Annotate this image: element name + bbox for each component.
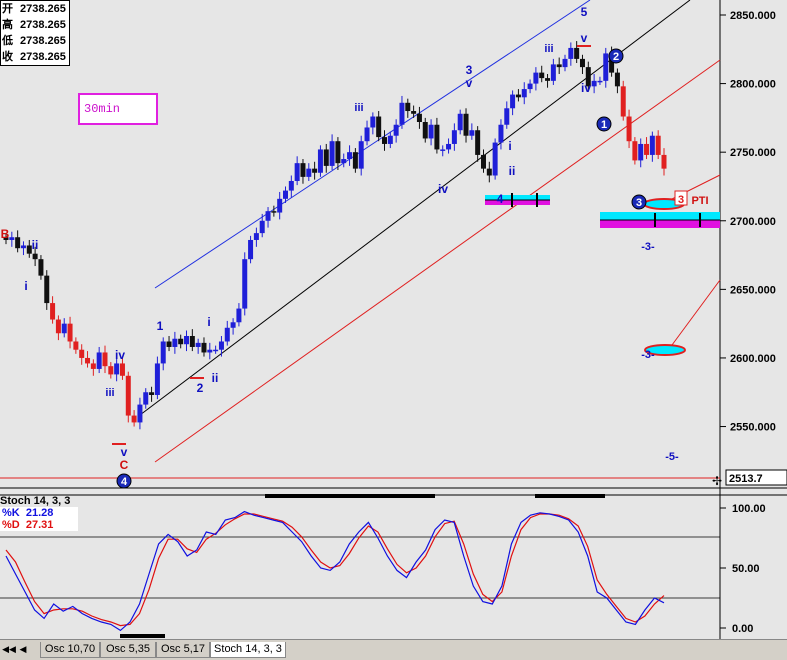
candle-108	[632, 137, 638, 165]
target-zone-cyan-small	[485, 195, 550, 200]
price-tick-label-2: 2750.000	[730, 147, 776, 159]
wave-label-13: v	[466, 76, 473, 90]
wave-label-4: iii	[105, 387, 114, 399]
open-label: 开	[2, 3, 13, 15]
stoch-tick-label-0: 100.00	[732, 503, 766, 515]
target-zone-cyan-large	[600, 212, 720, 220]
stoch-k-label: %K	[2, 507, 20, 519]
price-tick-label-4: 2650.000	[730, 284, 776, 296]
stoch-info: Stoch 14, 3, 3 %K 21.28 %D 27.31	[0, 495, 78, 531]
wave-label-3: iv	[115, 348, 125, 362]
close-label: 收	[2, 51, 13, 63]
wave-label-6: C	[120, 458, 129, 472]
wave-label-24: -5-	[665, 451, 679, 463]
circle-label-0: 4	[121, 476, 128, 488]
stoch-d-readout: %D 27.31	[0, 519, 78, 531]
high-value: 2738.265	[20, 19, 66, 31]
tab-scroll-prev-icon[interactable]: ◀	[16, 643, 30, 657]
circle-label-1: 1	[601, 119, 607, 131]
wave-label-2: i	[24, 279, 27, 293]
target-zone-magenta-large	[600, 220, 720, 228]
wave-label-0: B	[1, 227, 10, 241]
chart-window: 2850.000 2800.000 2750.000 2700.000 2650.000…	[0, 0, 787, 660]
wave-label-15: 4	[497, 192, 504, 206]
high-label: 高	[2, 19, 13, 31]
wave-label-23: -3-	[641, 349, 655, 361]
price-tick-label-1: 2800.000	[730, 79, 776, 91]
circle-label-2: 2	[613, 51, 619, 63]
wave-label-14: iv	[438, 182, 448, 196]
wave-label-10: ii	[212, 371, 219, 385]
price-tick-label-3: 2700.000	[730, 216, 776, 228]
target-zone-magenta-small	[485, 200, 550, 205]
stoch-d-value: 27.31	[25, 519, 54, 531]
candle-106	[620, 80, 626, 121]
candle-41	[242, 252, 248, 316]
stoch-tick-label-1: 50.00	[732, 563, 760, 575]
stoch-k-value: 21.28	[25, 507, 54, 519]
tab-osc-5-35[interactable]: Osc 5,35	[100, 642, 156, 658]
wave-label-8: 2	[197, 381, 204, 395]
wave-label-9: i	[207, 315, 210, 329]
wave-label-17: ii	[509, 164, 516, 178]
tab-stoch[interactable]: Stoch 14, 3, 3	[210, 642, 286, 658]
wave-label-16: i	[508, 139, 511, 153]
stoch-k-readout: %K 21.28	[0, 507, 78, 519]
candle-21	[125, 371, 131, 423]
wave-label-5: v	[121, 445, 128, 459]
timeframe-label: 30min	[78, 93, 158, 125]
wave-label-21: iv	[581, 81, 591, 95]
price-tick-label-5: 2600.000	[730, 353, 776, 365]
wave-label-19: v	[581, 31, 588, 45]
wave-label-1: ii	[32, 238, 39, 252]
wave-label-18: iii	[544, 43, 553, 55]
open-value: 2738.265	[20, 3, 66, 15]
wave-label-20: 5	[581, 5, 588, 19]
price-tick-label-0: 2850.000	[730, 10, 776, 22]
candle-42	[248, 235, 254, 264]
tab-osc-10-70[interactable]: Osc 10,70	[40, 642, 100, 658]
current-price-tag: 2513.7	[729, 473, 763, 485]
wave-label-12: 3	[466, 63, 473, 77]
wave-label-25: PTI	[691, 195, 708, 207]
price-tick-label-6: 2550.000	[730, 422, 776, 434]
stoch-d-label: %D	[2, 519, 20, 531]
pti-box-number: 3	[678, 194, 684, 206]
circle-label-3: 3	[636, 197, 642, 209]
wave-label-7: 1	[157, 319, 164, 333]
stoch-title: Stoch 14, 3, 3	[0, 495, 71, 507]
low-value: 2738.265	[20, 35, 66, 47]
wave-label-11: iii	[354, 102, 363, 114]
candle-54	[317, 145, 323, 177]
close-value: 2738.265	[20, 51, 66, 63]
crosshair-icon: ✢	[712, 474, 722, 488]
low-label: 低	[2, 35, 13, 47]
ohlc-readout: 开 2738.265 高 2738.265 低 2738.265 收 2738.265	[0, 0, 70, 66]
tab-scroll-first-icon[interactable]: ◀◀	[2, 643, 16, 657]
wave-label-22: -3-	[641, 241, 655, 253]
indicator-tab-bar: ◀◀ ◀ Osc 10,70 Osc 5,35 Osc 5,17 Stoch 1…	[0, 639, 787, 660]
candle-84	[492, 138, 498, 180]
stoch-tick-label-2: 0.00	[732, 623, 753, 635]
tab-osc-5-17[interactable]: Osc 5,17	[156, 642, 210, 658]
